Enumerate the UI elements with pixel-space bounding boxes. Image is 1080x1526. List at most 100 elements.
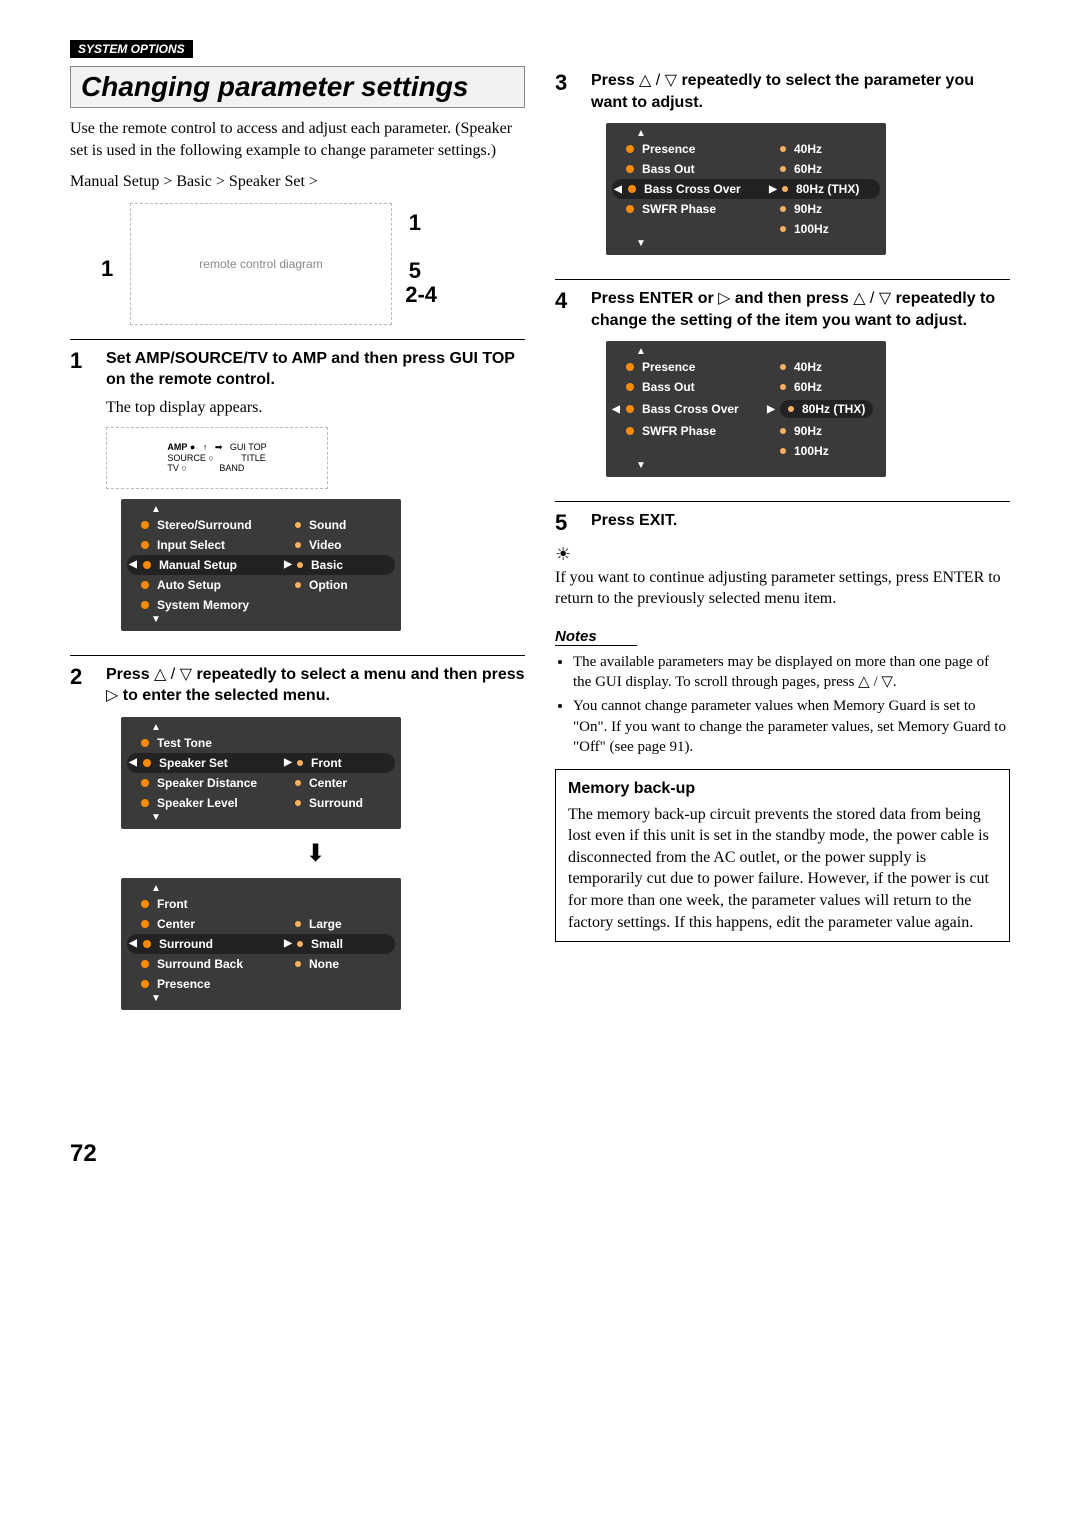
memory-backup-body: The memory back-up circuit prevents the … bbox=[568, 804, 997, 934]
gui-speaker-menu: ▲ Test Tone ◀Speaker Set▶Front Speaker D… bbox=[121, 717, 401, 829]
callout-2-4: 2-4 bbox=[405, 282, 437, 308]
step-5-instruction: Press EXIT. bbox=[591, 510, 1010, 532]
up-down-icon: △ / ▽ bbox=[639, 72, 677, 89]
gui-top-menu: ▲ Stereo/Surround Sound Input Select Video… bbox=[121, 499, 401, 631]
menu-item: Auto Setup bbox=[157, 578, 277, 592]
menu-item-selected: Bass Cross Over bbox=[644, 182, 764, 196]
menu-item: Speaker Level bbox=[157, 796, 277, 810]
submenu-item: 100Hz bbox=[794, 222, 878, 236]
submenu-item: 40Hz bbox=[794, 360, 878, 374]
submenu-item: Small bbox=[311, 937, 387, 951]
gui-bass-menu: ▲ Presence40Hz Bass Out60Hz ◀Bass Cross … bbox=[606, 123, 886, 255]
callout-1-right: 1 bbox=[409, 210, 421, 236]
breadcrumb: Manual Setup > Basic > Speaker Set > bbox=[70, 171, 525, 193]
step-number: 4 bbox=[555, 288, 577, 487]
notes-list: The available parameters may be displaye… bbox=[555, 652, 1010, 757]
menu-item: Bass Out bbox=[642, 162, 762, 176]
scroll-up-icon: ▲ bbox=[121, 723, 401, 733]
memory-backup-title: Memory back-up bbox=[568, 778, 997, 800]
step-2: 2 Press △ / ▽ repeatedly to select a men… bbox=[70, 655, 525, 1020]
right-icon: ▷ bbox=[718, 290, 730, 307]
submenu-item: Basic bbox=[311, 558, 387, 572]
submenu-item: Center bbox=[309, 776, 393, 790]
submenu-item: 100Hz bbox=[794, 444, 878, 458]
submenu-item: 60Hz bbox=[794, 162, 878, 176]
menu-item-selected: Speaker Set bbox=[159, 756, 279, 770]
menu-item: SWFR Phase bbox=[642, 424, 762, 438]
right-column: 3 Press △ / ▽ repeatedly to select the p… bbox=[555, 66, 1010, 1168]
menu-item: Center bbox=[157, 917, 277, 931]
submenu-item: Option bbox=[309, 578, 393, 592]
step-5: 5 Press EXIT. bbox=[555, 501, 1010, 538]
scroll-down-icon: ▼ bbox=[121, 813, 401, 823]
intro-text: Use the remote control to access and adj… bbox=[70, 118, 525, 161]
submenu-item: 90Hz bbox=[794, 424, 878, 438]
down-arrow-icon: ⬇ bbox=[106, 839, 525, 868]
menu-item: Bass Out bbox=[642, 380, 762, 394]
tip-text: ☀ If you want to continue adjusting para… bbox=[555, 542, 1010, 610]
right-icon: ▷ bbox=[106, 687, 118, 704]
submenu-item: 80Hz (THX) bbox=[796, 182, 872, 196]
step-3: 3 Press △ / ▽ repeatedly to select the p… bbox=[555, 70, 1010, 265]
menu-item: Surround Back bbox=[157, 957, 277, 971]
step-1-desc: The top display appears. bbox=[106, 397, 525, 419]
manual-page: SYSTEM OPTIONS Changing parameter settin… bbox=[0, 0, 1080, 1208]
left-column: Changing parameter settings Use the remo… bbox=[70, 66, 525, 1168]
scroll-down-icon: ▼ bbox=[606, 461, 886, 471]
scroll-down-icon: ▼ bbox=[121, 615, 401, 625]
scroll-down-icon: ▼ bbox=[606, 239, 886, 249]
up-down-icon: △ / ▽ bbox=[853, 290, 891, 307]
menu-item: Speaker Distance bbox=[157, 776, 277, 790]
page-number: 72 bbox=[70, 1140, 525, 1168]
up-down-icon: △ / ▽ bbox=[154, 666, 192, 683]
page-title-box: Changing parameter settings bbox=[70, 66, 525, 108]
submenu-item-selected: 80Hz (THX) bbox=[802, 402, 865, 416]
submenu-item: Large bbox=[309, 917, 393, 931]
submenu-item: Front bbox=[311, 756, 387, 770]
remote-diagram: remote control diagram 1 1 5 2-4 bbox=[130, 203, 392, 325]
menu-item: Bass Cross Over bbox=[642, 402, 762, 416]
notes-heading: Notes bbox=[555, 628, 637, 646]
menu-item: Front bbox=[157, 897, 277, 911]
step-number: 3 bbox=[555, 70, 577, 265]
tip-icon: ☀ bbox=[555, 544, 571, 564]
callout-5: 5 bbox=[409, 258, 421, 284]
menu-item-selected: Manual Setup bbox=[159, 558, 279, 572]
submenu-item: 90Hz bbox=[794, 202, 878, 216]
menu-item: Test Tone bbox=[157, 736, 277, 750]
submenu-item: Surround bbox=[309, 796, 393, 810]
gui-bass-menu-2: ▲ Presence40Hz Bass Out60Hz ◀Bass Cross … bbox=[606, 341, 886, 477]
menu-item: Presence bbox=[642, 360, 762, 374]
section-header: SYSTEM OPTIONS bbox=[70, 40, 193, 58]
step-number: 2 bbox=[70, 664, 92, 1020]
menu-item: Stereo/Surround bbox=[157, 518, 277, 532]
gui-surround-menu: ▲ Front CenterLarge ◀Surround▶Small Surr… bbox=[121, 878, 401, 1010]
step-1-instruction: Set AMP/SOURCE/TV to AMP and then press … bbox=[106, 348, 525, 391]
callout-1-left: 1 bbox=[101, 256, 113, 282]
step-2-instruction: Press △ / ▽ repeatedly to select a menu … bbox=[106, 664, 525, 707]
step-3-instruction: Press △ / ▽ repeatedly to select the par… bbox=[591, 70, 1010, 113]
scroll-down-icon: ▼ bbox=[121, 994, 401, 1004]
menu-item: System Memory bbox=[157, 598, 277, 612]
note-item: You cannot change parameter values when … bbox=[573, 696, 1010, 757]
submenu-item: Sound bbox=[309, 518, 393, 532]
step-4: 4 Press ENTER or ▷ and then press △ / ▽ … bbox=[555, 279, 1010, 487]
menu-item: Input Select bbox=[157, 538, 277, 552]
scroll-up-icon: ▲ bbox=[121, 884, 401, 894]
menu-item: Presence bbox=[157, 977, 277, 991]
memory-backup-box: Memory back-up The memory back-up circui… bbox=[555, 769, 1010, 942]
scroll-up-icon: ▲ bbox=[606, 129, 886, 139]
submenu-item: 60Hz bbox=[794, 380, 878, 394]
amp-switch-diagram: AMP ● ↑ ➡ GUI TOP SOURCE ○ TITLE TV ○ BA… bbox=[106, 427, 328, 489]
note-item: The available parameters may be displaye… bbox=[573, 652, 1010, 693]
step-1: 1 Set AMP/SOURCE/TV to AMP and then pres… bbox=[70, 339, 525, 641]
step-number: 5 bbox=[555, 510, 577, 538]
scroll-up-icon: ▲ bbox=[121, 505, 401, 515]
menu-item-selected: Surround bbox=[159, 937, 279, 951]
menu-item: Presence bbox=[642, 142, 762, 156]
scroll-up-icon: ▲ bbox=[606, 347, 886, 357]
submenu-item: 40Hz bbox=[794, 142, 878, 156]
step-number: 1 bbox=[70, 348, 92, 641]
menu-item: SWFR Phase bbox=[642, 202, 762, 216]
submenu-item: Video bbox=[309, 538, 393, 552]
